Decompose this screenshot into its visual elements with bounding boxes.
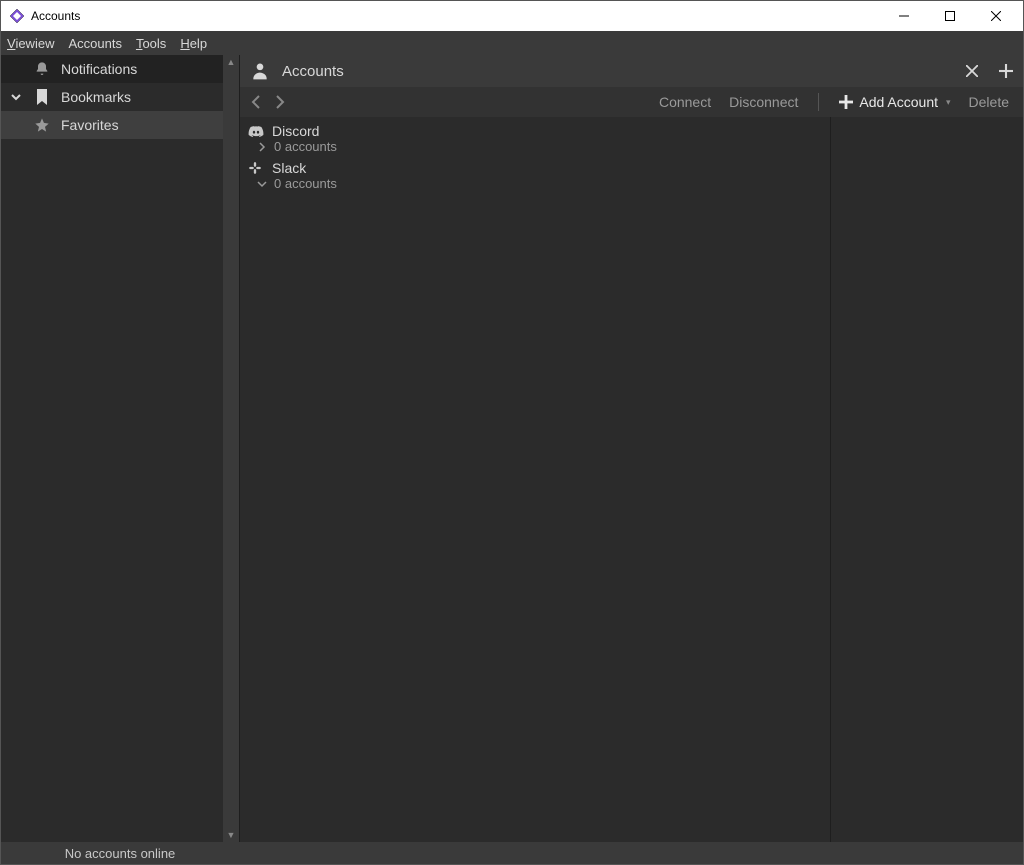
service-subtitle: 0 accounts (274, 176, 337, 191)
delete-button[interactable]: Delete (965, 94, 1013, 110)
menu-tools-label: ools (142, 36, 166, 51)
content-title: Accounts (282, 63, 949, 80)
content-toolbar: Connect Disconnect Add Account ▾ Delete (240, 87, 1023, 117)
menu-view-label: iew (35, 36, 55, 51)
nav-back-button[interactable] (250, 95, 262, 109)
sidebar-scrollbar[interactable]: ▲ ▼ (223, 55, 239, 842)
disconnect-button[interactable]: Disconnect (725, 94, 802, 110)
service-name: Slack (272, 160, 306, 176)
separator (818, 93, 819, 111)
person-icon (250, 61, 270, 81)
menu-help-label: elp (190, 36, 207, 51)
service-name: Discord (272, 123, 319, 139)
chevron-down-icon[interactable] (256, 180, 268, 188)
service-subtitle: 0 accounts (274, 139, 337, 154)
bell-icon (33, 61, 51, 77)
menu-view[interactable]: Viewiew (7, 36, 54, 51)
plus-icon (839, 95, 853, 109)
window-title: Accounts (31, 9, 881, 23)
account-detail-pane (830, 117, 1023, 842)
scroll-down-icon: ▼ (227, 830, 236, 840)
content-panel: Accounts Connect Disconnect (239, 55, 1023, 842)
sidebar: Notifications Bookmarks Favorites (1, 55, 223, 842)
new-tab-button[interactable] (995, 60, 1017, 82)
window-maximize-button[interactable] (927, 1, 973, 31)
service-group-slack[interactable]: Slack 0 accounts (240, 158, 830, 195)
menu-accounts[interactable]: Accounts (68, 36, 121, 51)
sidebar-item-notifications[interactable]: Notifications (1, 55, 223, 83)
app-icon (9, 8, 25, 24)
titlebar: Accounts (1, 1, 1023, 31)
service-group-discord[interactable]: Discord 0 accounts (240, 121, 830, 158)
sidebar-item-favorites[interactable]: Favorites (1, 111, 223, 139)
window-minimize-button[interactable] (881, 1, 927, 31)
scroll-up-icon: ▲ (227, 57, 236, 67)
menubar: Viewiew Accounts Tools Help (1, 31, 1023, 55)
accounts-list: Discord 0 accounts Slack (240, 117, 830, 842)
window-close-button[interactable] (973, 1, 1019, 31)
chevron-right-icon[interactable] (256, 142, 268, 152)
chevron-down-icon (9, 91, 23, 103)
sidebar-item-label: Favorites (61, 117, 215, 133)
add-account-button[interactable]: Add Account ▾ (835, 94, 954, 110)
menu-help[interactable]: Help (180, 36, 207, 51)
content-header: Accounts (240, 55, 1023, 87)
main-area: Notifications Bookmarks Favorites ▲ (1, 55, 1023, 842)
discord-icon (248, 124, 264, 138)
dropdown-caret-icon: ▾ (946, 97, 951, 108)
nav-forward-button[interactable] (274, 95, 286, 109)
slack-icon (248, 161, 264, 175)
sidebar-item-label: Bookmarks (61, 89, 215, 105)
connect-button[interactable]: Connect (655, 94, 715, 110)
add-account-label: Add Account (859, 94, 938, 110)
sidebar-item-label: Notifications (61, 61, 215, 77)
status-text: No accounts online (1, 846, 239, 861)
star-icon (33, 117, 51, 133)
sidebar-item-bookmarks[interactable]: Bookmarks (1, 83, 223, 111)
bookmark-icon (33, 89, 51, 105)
statusbar: No accounts online (1, 842, 1023, 864)
menu-tools[interactable]: Tools (136, 36, 166, 51)
close-tab-button[interactable] (961, 60, 983, 82)
